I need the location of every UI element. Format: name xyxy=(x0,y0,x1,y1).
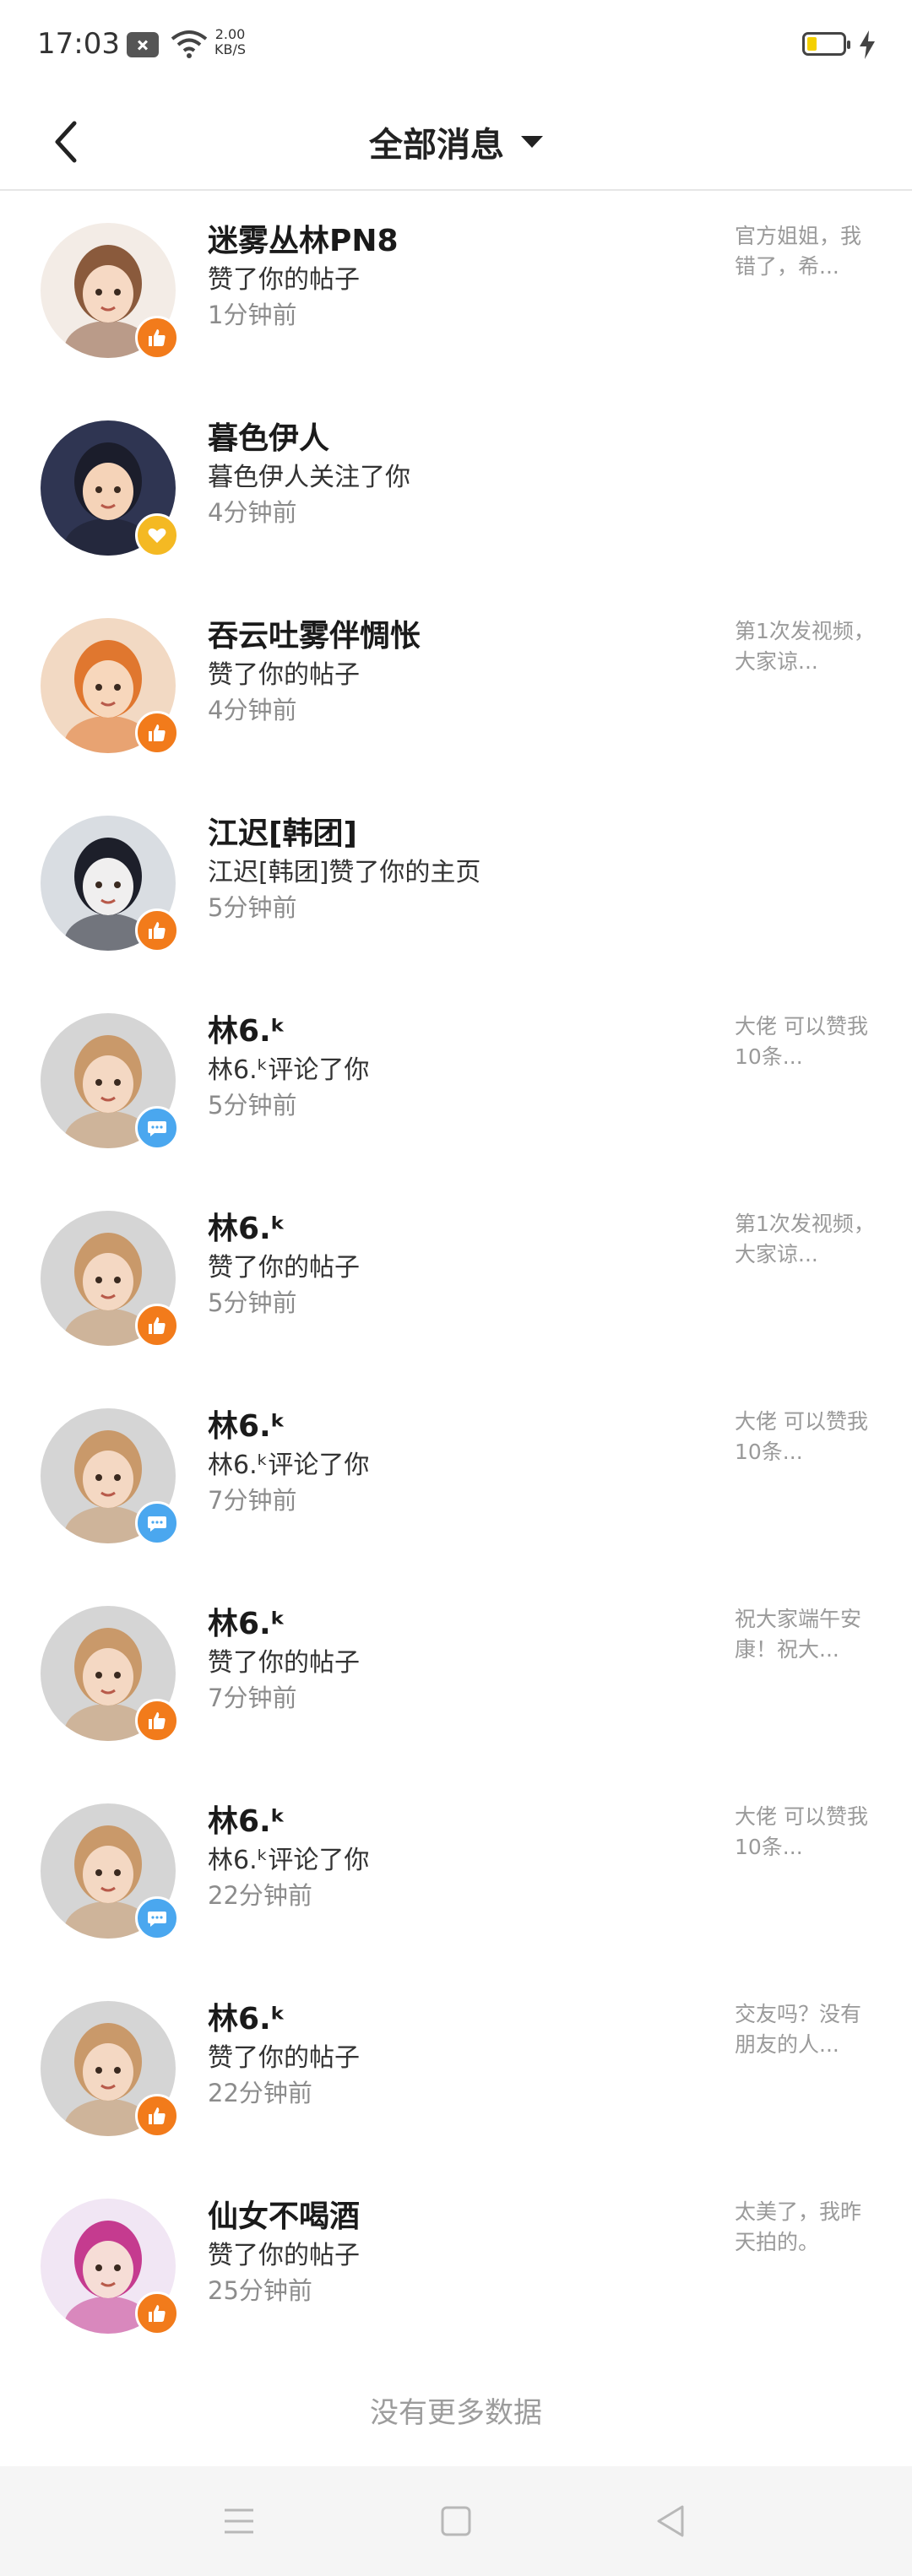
like-badge-icon xyxy=(135,2291,179,2335)
user-name[interactable]: 林6.ᵏ xyxy=(208,1599,285,1643)
navigation-bar xyxy=(0,2466,912,2576)
message-action: 赞了你的帖子 xyxy=(208,1253,360,1283)
post-preview[interactable]: 官方姐姐，我错了，希... xyxy=(735,221,878,282)
user-name[interactable]: 江迟[韩团] xyxy=(208,809,357,853)
message-action: 暮色伊人关注了你 xyxy=(208,463,410,492)
comment-badge-icon xyxy=(135,1896,179,1940)
post-preview[interactable]: 第1次发视频，大家谅... xyxy=(735,1209,878,1270)
heart-badge-icon xyxy=(135,513,179,557)
message-item[interactable]: 林6.ᵏ 赞了你的帖子 5分钟前 第1次发视频，大家谅... xyxy=(0,1179,912,1376)
post-preview[interactable]: 交友吗？没有朋友的人... xyxy=(735,1999,878,2060)
message-action: 林6.ᵏ评论了你 xyxy=(208,1451,370,1480)
post-preview[interactable]: 大佬 可以赞我10条... xyxy=(735,1407,878,1467)
like-badge-icon xyxy=(135,1699,179,1743)
message-time: 1分钟前 xyxy=(208,301,297,329)
message-action: 赞了你的帖子 xyxy=(208,660,360,690)
message-action: 林6.ᵏ评论了你 xyxy=(208,1846,370,1875)
network-speed-value: 2.00 xyxy=(214,26,246,42)
user-name[interactable]: 林6.ᵏ xyxy=(208,1204,285,1248)
message-action: 赞了你的帖子 xyxy=(208,265,360,295)
user-name[interactable]: 迷雾丛林PN8 xyxy=(208,216,399,260)
user-name[interactable]: 林6.ᵏ xyxy=(208,1006,285,1050)
message-item[interactable]: 仙女不喝酒 赞了你的帖子 25分钟前 太美了，我昨天拍的。 xyxy=(0,2167,912,2364)
square-home-icon[interactable] xyxy=(435,2500,477,2542)
message-item[interactable]: 暮色伊人 暮色伊人关注了你 4分钟前 xyxy=(0,388,912,586)
post-preview[interactable]: 太美了，我昨天拍的。 xyxy=(735,2197,878,2258)
post-preview[interactable]: 大佬 可以赞我10条... xyxy=(735,1011,878,1072)
caret-down-icon xyxy=(521,136,543,148)
message-item[interactable]: 林6.ᵏ 林6.ᵏ评论了你 5分钟前 大佬 可以赞我10条... xyxy=(0,981,912,1179)
messages-page: 17:03 2.00 KB/S 全部消息 迷雾丛林PN8 赞了你的帖子 1分钟前… xyxy=(0,0,912,2576)
message-list: 迷雾丛林PN8 赞了你的帖子 1分钟前 官方姐姐，我错了，希... 暮色伊人 暮… xyxy=(0,191,912,2364)
user-name[interactable]: 林6.ᵏ xyxy=(208,1994,285,2038)
message-action: 江迟[韩团]赞了你的主页 xyxy=(208,858,481,887)
message-item[interactable]: 林6.ᵏ 林6.ᵏ评论了你 7分钟前 大佬 可以赞我10条... xyxy=(0,1376,912,1574)
post-preview[interactable]: 第1次发视频，大家谅... xyxy=(735,616,878,677)
message-time: 5分钟前 xyxy=(208,1091,297,1120)
charging-icon xyxy=(860,30,875,59)
like-badge-icon xyxy=(135,908,179,952)
message-time: 22分钟前 xyxy=(208,2079,312,2107)
message-action: 赞了你的帖子 xyxy=(208,1648,360,1678)
no-more-data: 没有更多数据 xyxy=(370,2396,542,2430)
post-preview[interactable]: 祝大家端午安康！祝大... xyxy=(735,1604,878,1665)
message-item[interactable]: 吞云吐雾伴惆怅 赞了你的帖子 4分钟前 第1次发视频，大家谅... xyxy=(0,586,912,784)
menu-icon[interactable] xyxy=(218,2500,260,2542)
message-item[interactable]: 林6.ᵏ 林6.ᵏ评论了你 22分钟前 大佬 可以赞我10条... xyxy=(0,1771,912,1969)
back-button[interactable] xyxy=(41,111,91,171)
triangle-back-icon[interactable] xyxy=(650,2500,692,2542)
network-speed: 2.00 KB/S xyxy=(214,27,246,57)
battery-icon xyxy=(802,32,850,56)
message-action: 赞了你的帖子 xyxy=(208,2043,360,2073)
post-preview[interactable]: 大佬 可以赞我10条... xyxy=(735,1802,878,1863)
status-time: 17:03 xyxy=(37,27,120,61)
message-item[interactable]: 江迟[韩团] 江迟[韩团]赞了你的主页 5分钟前 xyxy=(0,784,912,981)
user-name[interactable]: 仙女不喝酒 xyxy=(208,2192,360,2236)
message-time: 25分钟前 xyxy=(208,2276,312,2305)
header: 全部消息 xyxy=(0,93,912,191)
status-bar: 17:03 2.00 KB/S xyxy=(0,0,912,93)
like-badge-icon xyxy=(135,2094,179,2138)
wifi-icon xyxy=(171,30,208,58)
like-badge-icon xyxy=(135,711,179,755)
user-name[interactable]: 林6.ᵏ xyxy=(208,1797,285,1841)
user-name[interactable]: 暮色伊人 xyxy=(208,414,329,458)
user-name[interactable]: 吞云吐雾伴惆怅 xyxy=(208,611,421,655)
message-item[interactable]: 林6.ᵏ 赞了你的帖子 22分钟前 交友吗？没有朋友的人... xyxy=(0,1969,912,2167)
like-badge-icon xyxy=(135,1304,179,1348)
comment-badge-icon xyxy=(135,1106,179,1150)
message-item[interactable]: 迷雾丛林PN8 赞了你的帖子 1分钟前 官方姐姐，我错了，希... xyxy=(0,191,912,388)
message-time: 5分钟前 xyxy=(208,1288,297,1317)
network-speed-unit: KB/S xyxy=(214,41,247,57)
message-time: 22分钟前 xyxy=(208,1881,312,1910)
message-item[interactable]: 林6.ᵏ 赞了你的帖子 7分钟前 祝大家端午安康！祝大... xyxy=(0,1574,912,1771)
user-name[interactable]: 林6.ᵏ xyxy=(208,1402,285,1445)
comment-badge-icon xyxy=(135,1501,179,1545)
message-time: 4分钟前 xyxy=(208,498,297,527)
page-title: 全部消息 xyxy=(369,126,504,165)
message-action: 林6.ᵏ评论了你 xyxy=(208,1055,370,1085)
battery-level xyxy=(807,37,817,51)
message-action: 赞了你的帖子 xyxy=(208,2241,360,2270)
message-time: 5分钟前 xyxy=(208,893,297,922)
message-time: 7分钟前 xyxy=(208,1684,297,1712)
message-time: 7分钟前 xyxy=(208,1486,297,1515)
message-time: 4分钟前 xyxy=(208,696,297,724)
title-dropdown[interactable]: 全部消息 xyxy=(0,93,912,191)
notification-close-icon xyxy=(127,32,159,57)
like-badge-icon xyxy=(135,316,179,360)
